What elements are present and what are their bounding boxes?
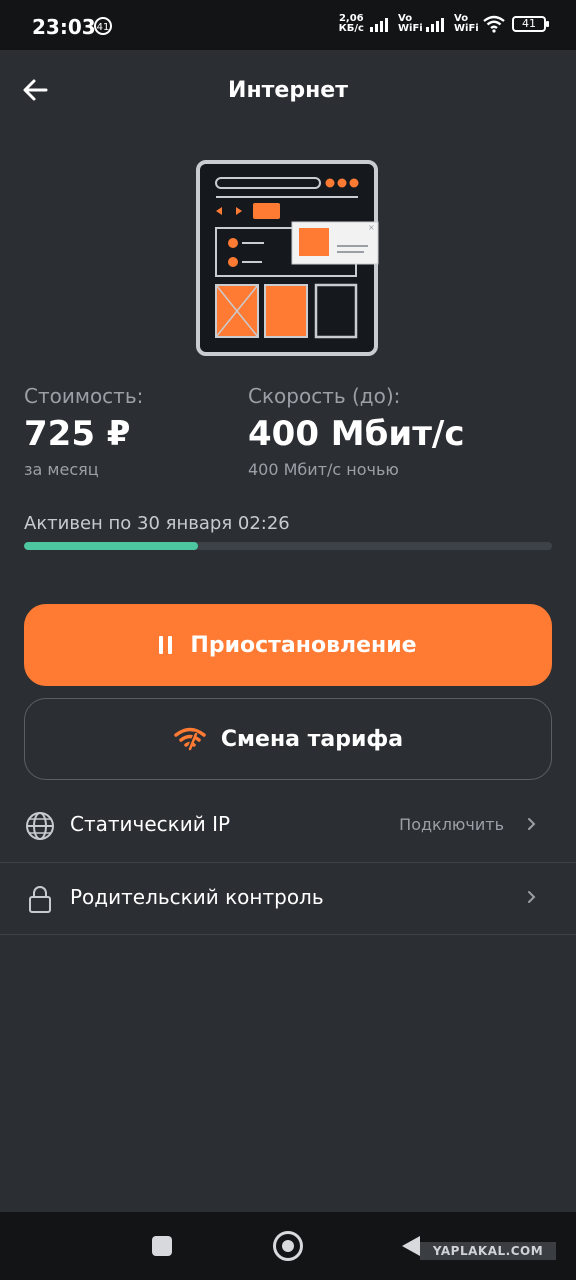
pause-button-label: Приостановление [190,632,417,658]
wifi-status-icon [483,15,505,33]
change-tariff-label: Смена тарифа [220,726,404,752]
wifi-icon [174,727,206,751]
vowifi-label-1: Vo WiFi [398,13,423,34]
cost-period: за месяц [24,460,99,479]
option-action: Подключить [399,815,504,834]
active-progress-bar [24,542,552,550]
speed-value: 400 Мбит/с [248,414,465,454]
notification-badge: 41 [94,17,112,35]
option-static-ip[interactable]: Статический IP Подключить [0,790,576,862]
system-nav-bar: YAPLAKAL.COM [0,1212,576,1280]
svg-text:×: × [368,223,375,232]
status-bar: 23:03 41 2,06 КБ/с Vo WiFi Vo WiFi 41 [0,0,576,50]
speed-label: Скорость (до): [248,384,401,408]
cost-value: 725 ₽ [24,414,131,454]
battery-icon: 41 [512,16,549,32]
divider [0,934,576,935]
option-parental-control[interactable]: Родительский контроль [0,863,576,935]
browser-illustration: × [196,160,379,356]
change-tariff-button[interactable]: Смена тарифа [24,698,552,780]
cost-label: Стоимость: [24,384,144,408]
pause-icon [159,636,173,654]
network-speed-unit: КБ/с [338,23,364,34]
back-icon[interactable] [402,1236,420,1256]
chevron-right-icon [528,891,536,903]
pause-button[interactable]: Приостановление [24,604,552,686]
home-icon[interactable] [273,1231,303,1261]
active-until-text: Активен по 30 января 02:26 [24,513,290,534]
option-label: Родительский контроль [70,885,324,909]
recents-icon[interactable] [152,1236,172,1256]
page-title: Интернет [228,78,348,103]
app-header: Интернет [0,62,576,120]
globe-icon [26,812,54,840]
speed-night: 400 Мбит/с ночью [248,460,399,479]
status-icons: 2,06 КБ/с Vo WiFi Vo WiFi 41 [339,13,549,34]
status-time: 23:03 [32,15,96,39]
signal-icon [426,16,448,32]
active-progress-fill [24,542,199,550]
option-label: Статический IP [70,812,231,836]
vowifi-label-2: Vo WiFi [454,13,479,34]
signal-icon [370,16,392,32]
network-speed: 2,06 КБ/с [339,14,364,34]
lock-icon [29,886,51,913]
chevron-right-icon [528,818,536,830]
watermark: YAPLAKAL.COM [420,1242,556,1260]
